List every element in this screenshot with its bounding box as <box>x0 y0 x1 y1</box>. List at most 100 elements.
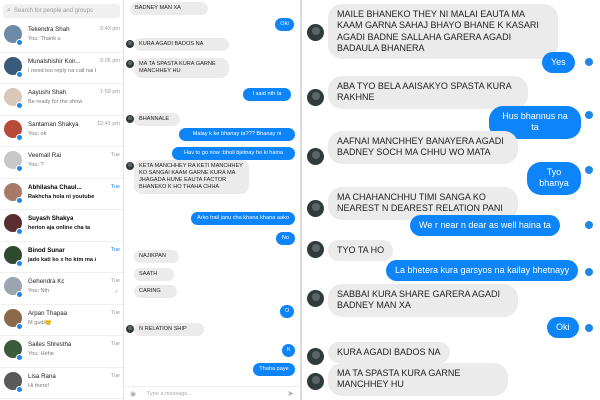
seen-indicator-icon <box>585 111 593 119</box>
contact-name: Santaman Shakya <box>28 120 79 128</box>
contact-avatar <box>307 241 324 258</box>
contact-time: Tue <box>110 183 120 190</box>
contact-avatar <box>307 89 324 106</box>
incoming-message: SAATH <box>134 268 174 281</box>
contact-avatar <box>126 115 134 123</box>
incoming-message: KURA AGADI BADOS NA <box>134 38 229 51</box>
contact-name: Lisa Rana <box>28 372 56 380</box>
contact-row[interactable]: Lisa Rana Hi there! Tue <box>0 368 123 399</box>
contact-time: Tue <box>110 278 120 284</box>
search-placeholder: Search for people and groups <box>13 8 93 14</box>
outgoing-message: Yes <box>542 52 575 74</box>
messenger-badge-icon <box>16 165 23 172</box>
incoming-message: SABBAI KURA SHARE GARERA AGADI BADNEY MA… <box>328 284 518 317</box>
messenger-badge-icon <box>16 354 23 361</box>
contact-preview: Rakhcha hola ni youtube ma <box>28 193 96 200</box>
outgoing-message: No <box>276 232 295 245</box>
outgoing-message: Tyo bhanya <box>527 162 581 195</box>
message-input-placeholder: Type a message... <box>147 391 192 397</box>
incoming-message: NAJIKPAN <box>134 250 179 263</box>
outgoing-message: K <box>282 344 295 357</box>
messenger-badge-icon <box>16 196 23 204</box>
message-input[interactable]: ◉ Type a message... ➤ <box>125 386 300 400</box>
contact-row[interactable]: Tekendra Shah You: Thank u 5:43 pm <box>0 21 123 53</box>
contact-time: 5:05 pm <box>100 57 120 64</box>
contact-row[interactable]: Munalshishir Koir... I need too reply na … <box>0 53 123 84</box>
contacts-panel: ⌕ Search for people and groups Tekendra … <box>0 0 124 400</box>
read-receipt-icon: ✓ <box>114 289 119 295</box>
outgoing-message: Hav to go now :bholi bjetnay ho ki haina <box>172 147 295 160</box>
search-icon: ⌕ <box>7 7 11 14</box>
contact-row[interactable]: Aayushi Shah Be ready for the show 1:59 pm <box>0 84 123 116</box>
outgoing-message: Malay k ke bhanay ta??? Bhanay ni <box>179 128 295 141</box>
contact-preview: I need too reply na call nai k... <box>28 67 96 74</box>
messenger-badge-icon <box>16 70 23 78</box>
send-icon[interactable]: ➤ <box>287 389 294 398</box>
outgoing-message: We r near n dear as well haina ta <box>410 215 560 237</box>
contact-preview: Be ready for the show <box>28 99 83 105</box>
contact-preview: You: ? <box>28 162 44 168</box>
contact-name: Sailes Shrestha <box>28 341 72 348</box>
contact-name: Abhilasha Chaul... <box>28 183 82 191</box>
contact-list: Tekendra Shah You: Thank u 5:43 pm Munalshi… <box>0 21 123 399</box>
outgoing-message: Oki <box>547 317 579 339</box>
contact-time: 1:59 pm <box>100 89 120 95</box>
contact-avatar <box>307 373 324 390</box>
contact-avatar <box>126 40 134 48</box>
contact-preview: herion aja online cha ta <box>28 225 91 231</box>
messenger-badge-icon <box>16 39 23 46</box>
seen-indicator-icon <box>585 221 593 229</box>
contact-time: 5:43 pm <box>100 26 120 32</box>
contact-row[interactable]: Abhilasha Chaul... Rakhcha hola ni youtub… <box>0 179 123 210</box>
incoming-message: MAILE BHANEKO THEY NI MALAI EAUTA MA KAA… <box>328 4 558 59</box>
contact-time: 12:41 pm <box>97 120 120 127</box>
incoming-message: KETA MANCHHEY RA KETI MANCHHEY KO SANGAI… <box>134 160 249 194</box>
contact-preview: You: Thank u <box>28 36 61 42</box>
contact-time: Tue <box>110 309 120 316</box>
outgoing-message: Oki <box>275 18 294 31</box>
incoming-message: ABA TYO BELA AAISAKYO SPASTA KURA RAKHNE <box>328 76 528 109</box>
incoming-message: BADNEY MAN XA <box>130 2 208 15</box>
messenger-badge-icon <box>16 291 23 298</box>
contact-name: Munalshishir Koir... <box>28 57 81 65</box>
contact-row[interactable]: Gehendra Kc You: Nth Tue ✓ <box>0 273 123 305</box>
contact-preview: You: Hehe <box>28 351 54 357</box>
search-input[interactable]: ⌕ Search for people and groups <box>3 4 120 18</box>
incoming-message: TYO TA HO <box>328 240 394 262</box>
seen-indicator-icon <box>585 268 593 276</box>
contact-row[interactable]: Arpan Thapaa M gudi😊 Tue <box>0 305 123 336</box>
contact-preview: Hi there! <box>28 382 50 389</box>
chat-thread-left: BADNEY MAN XA Oki KURA AGADI BADOS NA MA TA… <box>125 0 300 400</box>
contact-time: Tue <box>110 372 120 379</box>
contact-time: Tue <box>110 341 120 347</box>
contact-avatar <box>126 60 134 68</box>
contact-name: Tekendra Shah <box>28 26 70 33</box>
outgoing-message: I said nth ta <box>243 88 291 101</box>
contact-row[interactable]: Binod Sunar jado kati ko x ho ktm ma Aay.… <box>0 242 123 273</box>
contact-row[interactable]: Santaman Shakya You: ok 12:41 pm <box>0 116 123 147</box>
contact-avatar <box>307 200 324 217</box>
outgoing-message: La bhetera kura garsyos na kailay bhetna… <box>386 260 579 282</box>
contact-preview: You: ok <box>28 130 47 137</box>
contact-row[interactable]: Sailes Shrestha You: Hehe Tue <box>0 336 123 368</box>
messenger-badge-icon <box>16 102 23 109</box>
incoming-message: MA TA SPASTA KURA GARNE MANCHHEY HU <box>134 58 229 78</box>
contact-avatar <box>307 24 324 41</box>
contact-preview: You: Nth <box>28 288 50 294</box>
incoming-message: N RELATION SHIP <box>134 323 204 336</box>
contact-avatar <box>126 162 134 170</box>
contact-avatar <box>307 348 324 365</box>
camera-icon[interactable]: ◉ <box>130 390 136 398</box>
messenger-badge-icon <box>16 385 23 393</box>
contact-preview: jado kati ko x ho ktm ma Aay... <box>28 256 96 263</box>
incoming-message: AAFNAI MANCHHEY BANAYERA AGADI BADNEY SO… <box>328 131 518 164</box>
seen-indicator-icon <box>585 324 593 332</box>
contact-row[interactable]: Veemall Rai You: ? Tue <box>0 147 123 179</box>
chat-thread-right: MAILE BHANEKO THEY NI MALAI EAUTA MA KAA… <box>300 0 600 400</box>
contact-avatar <box>307 148 324 165</box>
contact-avatar <box>307 290 324 307</box>
contact-name: Arpan Thapaa <box>28 309 68 317</box>
contact-row[interactable]: Suyash Shakya herion aja online cha ta <box>0 210 123 242</box>
contact-name: Gehendra Kc <box>28 278 65 285</box>
messenger-badge-icon <box>16 322 23 330</box>
